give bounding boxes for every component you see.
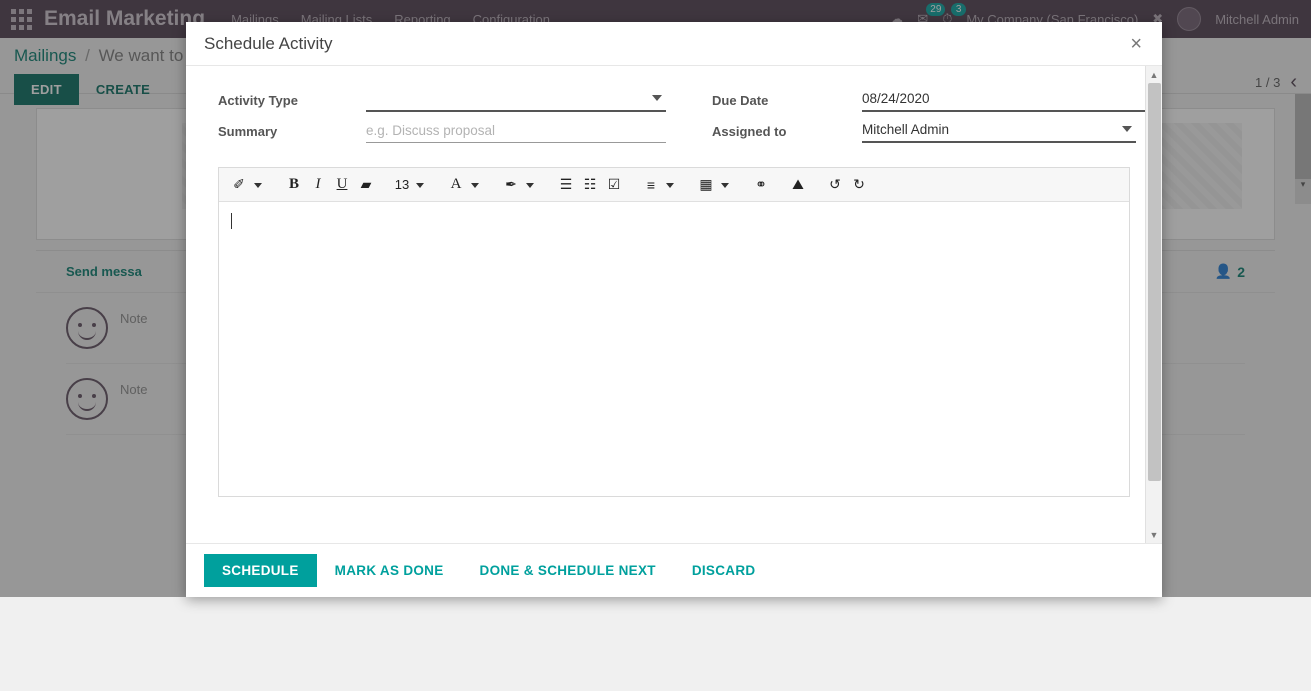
- activity-type-input[interactable]: [366, 88, 666, 112]
- chevron-down-icon[interactable]: ▼: [1146, 526, 1162, 543]
- due-date-label: Due Date: [712, 92, 769, 108]
- font-size-value[interactable]: 13: [391, 172, 413, 198]
- due-date-input[interactable]: [862, 88, 1162, 112]
- align-icon[interactable]: ≡: [639, 172, 663, 198]
- undo-icon[interactable]: ↺: [823, 172, 847, 198]
- summary-input[interactable]: [366, 119, 666, 143]
- image-icon[interactable]: ⛰: [786, 172, 810, 198]
- activity-form: Activity Type Due Date Summary Assigned …: [218, 88, 1162, 143]
- scrollbar-thumb[interactable]: [1148, 83, 1161, 481]
- assigned-to-input[interactable]: [862, 119, 1136, 143]
- editor-toolbar: ✐ B I U ▰ 13 A ✒ ☰ ☷ ☑ ≡ ▦ ⚭ ⛰ ↺ ↻: [219, 168, 1129, 202]
- checklist-icon[interactable]: ☑: [602, 172, 626, 198]
- table-icon[interactable]: ▦: [694, 172, 718, 198]
- discard-button[interactable]: DISCARD: [674, 554, 774, 587]
- activity-type-field: [366, 88, 666, 112]
- dialog-title: Schedule Activity: [204, 33, 333, 53]
- note-editor-textarea[interactable]: [219, 202, 1129, 496]
- summary-field: [366, 119, 666, 143]
- redo-icon[interactable]: ↻: [847, 172, 871, 198]
- dialog-body: Activity Type Due Date Summary Assigned …: [186, 66, 1162, 543]
- schedule-activity-dialog: Schedule Activity × Activity Type Due Da…: [186, 22, 1162, 597]
- close-icon[interactable]: ×: [1128, 34, 1144, 54]
- assigned-to-label: Assigned to: [712, 123, 787, 139]
- done-and-schedule-next-button[interactable]: DONE & SCHEDULE NEXT: [462, 554, 674, 587]
- chevron-down-icon[interactable]: [416, 183, 424, 188]
- dialog-scrollbar[interactable]: ▲ ▼: [1145, 66, 1162, 543]
- style-magic-wand-icon[interactable]: ✐: [227, 172, 251, 198]
- activity-type-label: Activity Type: [218, 92, 298, 108]
- scrollbar-track[interactable]: [1146, 83, 1162, 526]
- chevron-down-icon[interactable]: [526, 183, 534, 188]
- text-cursor: [231, 212, 232, 229]
- mark-as-done-button[interactable]: MARK AS DONE: [317, 554, 462, 587]
- note-editor: ✐ B I U ▰ 13 A ✒ ☰ ☷ ☑ ≡ ▦ ⚭ ⛰ ↺ ↻: [218, 167, 1130, 497]
- font-color-icon[interactable]: A: [444, 172, 468, 198]
- link-icon[interactable]: ⚭: [749, 172, 773, 198]
- underline-icon[interactable]: U: [330, 172, 354, 198]
- highlight-brush-icon[interactable]: ✒: [499, 172, 523, 198]
- chevron-up-icon[interactable]: ▲: [1146, 66, 1162, 83]
- assigned-to-field: [862, 119, 1162, 143]
- clear-format-eraser-icon[interactable]: ▰: [354, 172, 378, 198]
- chevron-down-icon[interactable]: [721, 183, 729, 188]
- chevron-down-icon[interactable]: [652, 95, 662, 101]
- schedule-button[interactable]: SCHEDULE: [204, 554, 317, 587]
- chevron-down-icon[interactable]: [666, 183, 674, 188]
- ordered-list-icon[interactable]: ☷: [578, 172, 602, 198]
- dialog-footer: SCHEDULE MARK AS DONE DONE & SCHEDULE NE…: [186, 543, 1162, 597]
- dialog-header: Schedule Activity ×: [186, 22, 1162, 66]
- summary-label: Summary: [218, 123, 278, 139]
- bold-icon[interactable]: B: [282, 172, 306, 198]
- chevron-down-icon[interactable]: [471, 183, 479, 188]
- unordered-list-icon[interactable]: ☰: [554, 172, 578, 198]
- italic-icon[interactable]: I: [306, 172, 330, 198]
- due-date-field: [862, 88, 1162, 112]
- chevron-down-icon[interactable]: [1122, 126, 1132, 132]
- chevron-down-icon[interactable]: [254, 183, 262, 188]
